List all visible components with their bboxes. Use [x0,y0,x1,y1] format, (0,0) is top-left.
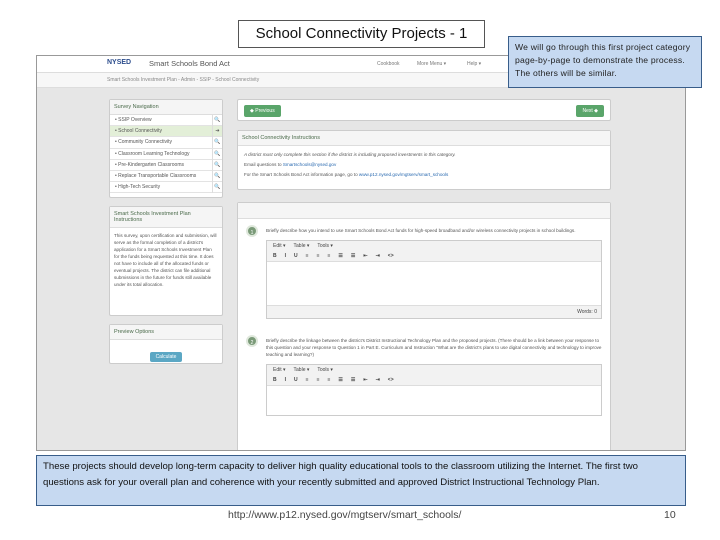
instructions-title: School Connectivity Instructions [238,131,610,146]
calculate-button[interactable]: Calculate [149,352,183,362]
survey-navigation-title: Survey Navigation [110,100,222,115]
format-button[interactable]: ☰ [338,253,342,259]
editor-menu[interactable]: Edit ▾ [273,367,286,373]
email-prefix: Email questions to [244,162,283,167]
sidebar-item[interactable]: • Community Connectivity 🔍 [110,137,222,149]
rich-text-editor[interactable]: Edit ▾ Table ▾ Tools ▾ B I U ≡ ≡ ≡ ☰ ☰ ⇤ ⇥ <> [266,364,602,416]
preview-options-title: Preview Options [110,325,222,340]
previous-button[interactable]: ◆ Previous [244,105,281,117]
search-icon[interactable]: 🔍 [212,159,222,171]
format-button[interactable]: ≡ [306,253,309,259]
sidebar-item-label: Community Connectivity [118,139,173,146]
sidebar-item[interactable]: • School Connectivity ➔ [110,126,222,138]
format-button[interactable]: I [285,377,286,383]
editor-menubar: Edit ▾ Table ▾ Tools ▾ [267,241,601,251]
email-link[interactable]: Smartschools@nysed.gov [283,162,336,167]
sidebar-item[interactable]: • Classroom Learning Technology 🔍 [110,148,222,160]
format-button[interactable]: ⇥ [376,377,380,383]
sidebar-item-label: SSIP Overview [118,117,152,123]
callout-note: We will go through this first project ca… [508,36,702,88]
editor-menu[interactable]: Table ▾ [294,243,310,249]
editor-toolbar: B I U ≡ ≡ ≡ ☰ ☰ ⇤ ⇥ <> [267,375,601,385]
nav-cookbook[interactable]: Cookbook [377,61,400,67]
search-icon[interactable]: 🔍 [212,170,222,182]
footer-url[interactable]: http://www.p12.nysed.gov/mgtserv/smart_s… [228,509,461,521]
instructions-panel: School Connectivity Instructions A distr… [237,130,611,190]
editor-menu[interactable]: Tools ▾ [317,367,333,373]
format-button[interactable]: ≡ [327,377,330,383]
app-name: Smart Schools Bond Act [149,59,230,68]
nav-more-menu[interactable]: More Menu ▾ [417,61,446,67]
search-icon[interactable]: 🔍 [212,148,222,160]
sidebar-item[interactable]: • Replace Transportable Classrooms 🔍 [110,170,222,183]
editor-menu[interactable]: Edit ▾ [273,243,286,249]
format-button[interactable]: ⇤ [363,377,367,383]
ssip-instructions-title: Smart Schools Investment Plan Instructio… [110,207,222,228]
editor-textarea[interactable] [267,261,601,305]
survey-navigation-panel: Survey Navigation • SSIP Overview 🔍 • Scho… [109,99,223,198]
editor-toolbar: B I U ≡ ≡ ≡ ☰ ☰ ⇤ ⇥ <> [267,251,601,261]
question: 2 Briefly describe the linkage between th… [238,329,610,426]
arrow-icon[interactable]: ➔ [212,126,222,138]
slide-note: These projects should develop long-term … [36,455,686,506]
pager-panel: ◆ Previous Next ◆ [237,99,611,121]
format-button[interactable]: ⇥ [376,253,380,259]
format-button[interactable]: U [294,253,298,259]
question-text: Briefly describe how you intend to use S… [266,228,576,233]
page-number: 10 [664,509,676,521]
format-button[interactable]: ⇤ [363,253,367,259]
rich-text-editor[interactable]: Edit ▾ Table ▾ Tools ▾ B I U ≡ ≡ ≡ ☰ ☰ ⇤ ⇥ <> Words: 0 [266,240,602,319]
info-prefix: For the Smart Schools Bond Act informati… [244,172,359,177]
format-button[interactable]: ☰ [351,377,355,383]
format-button[interactable]: B [273,253,277,259]
format-button[interactable]: ≡ [317,253,320,259]
info-link[interactable]: www.p12.nysed.gov/mgtserv/smart_schools [359,172,448,177]
question: 1 Briefly describe how you intend to use … [238,219,610,329]
search-icon[interactable]: 🔍 [212,115,222,126]
search-icon[interactable]: 🔍 [212,182,222,194]
format-button[interactable]: ≡ [317,377,320,383]
question-text: Briefly describe the linkage between the… [266,338,602,357]
format-button[interactable]: ☰ [351,253,355,259]
question-number: 1 [246,225,258,237]
editor-menu[interactable]: Table ▾ [294,367,310,373]
sidebar-item[interactable]: • High-Tech Security 🔍 [110,182,222,194]
next-button[interactable]: Next ◆ [576,105,604,117]
format-button[interactable]: ☰ [338,377,342,383]
sidebar-item-label: Pre-Kindergarten Classrooms [118,161,184,168]
editor-menubar: Edit ▾ Table ▾ Tools ▾ [267,365,601,375]
format-button[interactable]: <> [388,377,394,383]
question-number: 2 [246,335,258,347]
search-icon[interactable]: 🔍 [212,137,222,149]
editor-menu[interactable]: Tools ▾ [317,243,333,249]
questions-panel: 1 Briefly describe how you intend to use … [237,202,611,450]
format-button[interactable]: ≡ [306,377,309,383]
sidebar-item-label: High-Tech Security [118,184,161,191]
format-button[interactable]: B [273,377,277,383]
nav-help[interactable]: Help ▾ [467,61,481,67]
nysed-logo: NYSED [107,59,132,66]
format-button[interactable]: ≡ [327,253,330,259]
ssip-instructions-body: This survey, upon certification and subm… [114,233,217,287]
editor-textarea[interactable] [267,385,601,415]
instructions-line1: A district must only complete this secti… [244,152,456,157]
sidebar-item-label: School Connectivity [118,128,163,135]
sidebar-item-label: Classroom Learning Technology [118,150,190,157]
slide-title: School Connectivity Projects - 1 [238,20,485,48]
embedded-screenshot: NYSED Smart Schools Bond Act Cookbook Mo… [36,55,686,451]
ssip-instructions-panel: Smart Schools Investment Plan Instructio… [109,206,223,316]
format-button[interactable]: <> [388,253,394,259]
preview-options-panel: Preview Options Calculate [109,324,223,364]
sidebar-item[interactable]: • SSIP Overview 🔍 [110,115,222,127]
word-count: Words: 0 [267,305,601,318]
format-button[interactable]: I [285,253,286,259]
format-button[interactable]: U [294,377,298,383]
sidebar-item-label: Replace Transportable Classrooms [118,172,197,179]
sidebar-item[interactable]: • Pre-Kindergarten Classrooms 🔍 [110,159,222,171]
